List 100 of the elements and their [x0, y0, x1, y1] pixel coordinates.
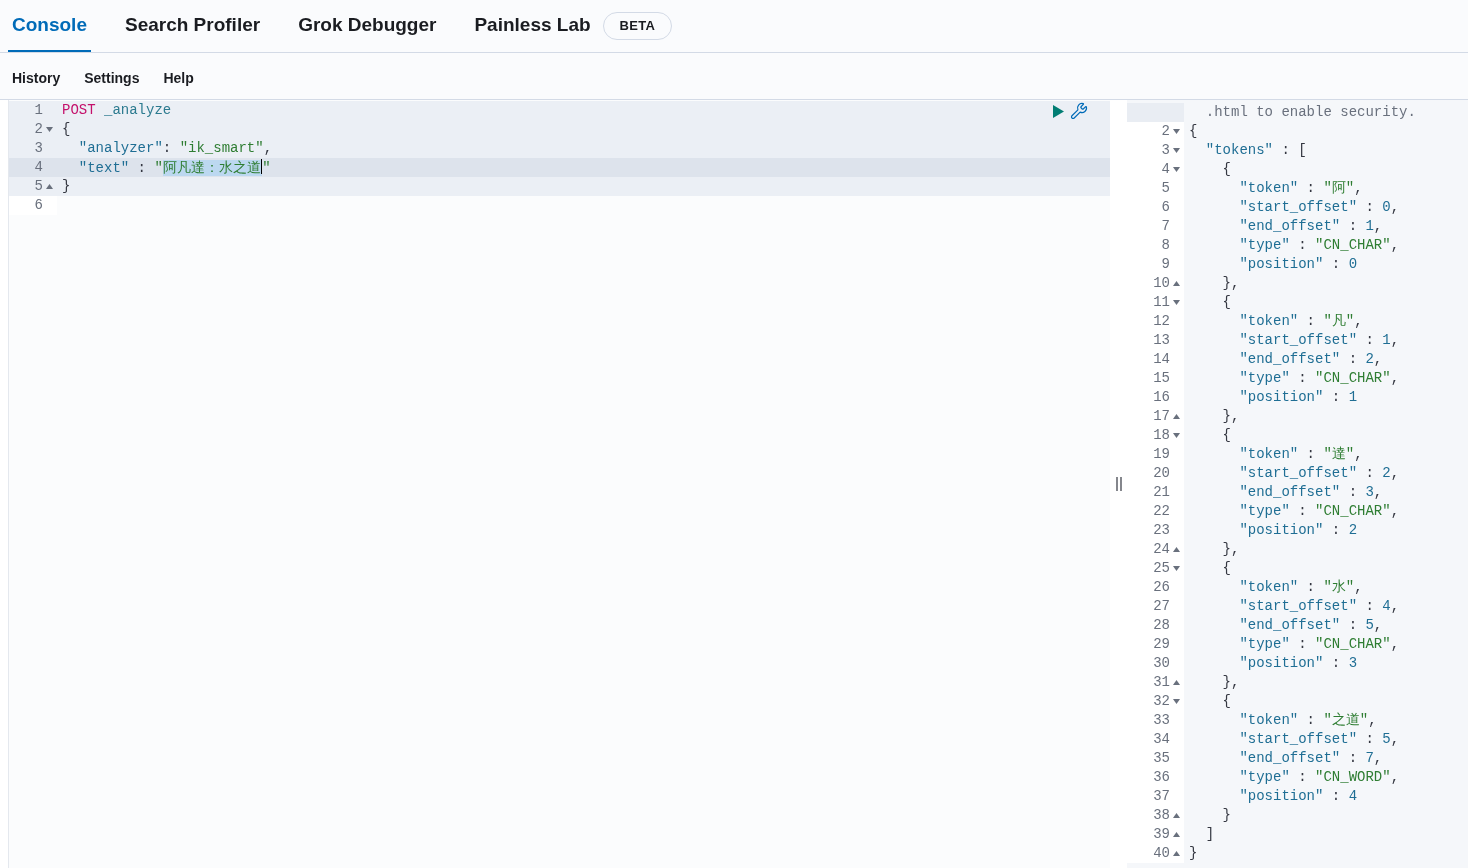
- line-number: 34: [1153, 730, 1170, 749]
- code-line: "end_offset" : 1,: [1238, 217, 1383, 236]
- fold-toggle-icon[interactable]: [1173, 851, 1180, 856]
- fold-toggle-icon[interactable]: [1173, 167, 1180, 172]
- code-line: {: [62, 120, 71, 139]
- code-line: {: [1221, 426, 1231, 445]
- code-line: "type" : "CN_CHAR",: [1238, 502, 1400, 521]
- line-number: 5: [34, 177, 43, 196]
- line-number: 4: [34, 158, 43, 177]
- line-number: 20: [1153, 464, 1170, 483]
- fold-toggle-icon[interactable]: [46, 184, 53, 189]
- line-number: 12: [1153, 312, 1170, 331]
- code-line: }: [1189, 844, 1198, 863]
- line-number: 39: [1153, 825, 1170, 844]
- menu-link[interactable]: History: [12, 67, 61, 89]
- menu-link[interactable]: Settings: [84, 67, 140, 89]
- code-line: POST _analyze: [62, 101, 172, 120]
- fold-toggle-icon[interactable]: [1173, 680, 1180, 685]
- code-line: .html to enable security.: [1204, 103, 1416, 122]
- line-number: 22: [1153, 502, 1170, 521]
- line-number: 21: [1153, 483, 1170, 502]
- line-number: 14: [1153, 350, 1170, 369]
- fold-toggle-icon[interactable]: [1173, 433, 1180, 438]
- code-line: "end_offset" : 2,: [1238, 350, 1383, 369]
- code-line: "token" : "水",: [1238, 578, 1363, 597]
- tab[interactable]: Painless Lab: [470, 0, 595, 52]
- line-number: 29: [1153, 635, 1170, 654]
- line-number: 27: [1153, 597, 1170, 616]
- line-number: 32: [1153, 692, 1170, 711]
- line-number: 6: [1161, 198, 1170, 217]
- menu-link[interactable]: Help: [163, 67, 194, 89]
- line-number: 4: [1161, 160, 1170, 179]
- fold-toggle-icon[interactable]: [1173, 813, 1180, 818]
- line-number: 2: [34, 120, 43, 139]
- line-number: 5: [1161, 179, 1170, 198]
- line-number: 13: [1153, 331, 1170, 350]
- code-line: "analyzer": "ik_smart",: [77, 139, 273, 158]
- code-line: "type" : "CN_CHAR",: [1238, 635, 1400, 654]
- tab[interactable]: Search Profiler: [120, 0, 265, 52]
- code-line: "position" : 1: [1238, 388, 1358, 407]
- code-line: },: [1221, 540, 1240, 559]
- line-number: 2: [1161, 122, 1170, 141]
- code-line: "start_offset" : 0,: [1238, 198, 1400, 217]
- line-number: 7: [1161, 217, 1170, 236]
- line-number: 30: [1153, 654, 1170, 673]
- code-line: "position" : 3: [1238, 654, 1358, 673]
- code-line: "position" : 0: [1238, 255, 1358, 274]
- run-request-icon[interactable]: [1053, 104, 1064, 118]
- tab[interactable]: Grok Debugger: [294, 0, 441, 52]
- code-line: "end_offset" : 5,: [1238, 616, 1383, 635]
- fold-toggle-icon[interactable]: [1173, 300, 1180, 305]
- line-number: 37: [1153, 787, 1170, 806]
- line-number: 17: [1153, 407, 1170, 426]
- line-number: 3: [34, 139, 43, 158]
- code-line: "token" : "凡",: [1238, 312, 1363, 331]
- line-number: 11: [1153, 293, 1170, 312]
- code-line: }: [62, 177, 71, 196]
- line-number: 23: [1153, 521, 1170, 540]
- code-line: "type" : "CN_WORD",: [1238, 768, 1400, 787]
- code-line: "position" : 2: [1238, 521, 1358, 540]
- line-number: 19: [1153, 445, 1170, 464]
- code-line: "type" : "CN_CHAR",: [1238, 369, 1400, 388]
- fold-toggle-icon[interactable]: [1173, 832, 1180, 837]
- wrench-icon[interactable]: [1070, 102, 1088, 120]
- code-line: "token" : "達",: [1238, 445, 1363, 464]
- code-line: "start_offset" : 5,: [1238, 730, 1400, 749]
- fold-toggle-icon[interactable]: [1173, 566, 1180, 571]
- line-number: 3: [1161, 141, 1170, 160]
- code-line: "type" : "CN_CHAR",: [1238, 236, 1400, 255]
- fold-toggle-icon[interactable]: [46, 127, 53, 132]
- code-line: "token" : "之道",: [1238, 711, 1377, 730]
- line-number: 24: [1153, 540, 1170, 559]
- code-line: {: [1221, 293, 1231, 312]
- fold-toggle-icon[interactable]: [1173, 129, 1180, 134]
- line-number: 38: [1153, 806, 1170, 825]
- fold-toggle-icon[interactable]: [1173, 699, 1180, 704]
- line-number: 18: [1153, 426, 1170, 445]
- code-line: {: [1221, 559, 1231, 578]
- line-number: 26: [1153, 578, 1170, 597]
- code-line: ]: [1204, 825, 1215, 844]
- code-line: "start_offset" : 1,: [1238, 331, 1400, 350]
- code-line: {: [1189, 122, 1198, 141]
- fold-toggle-icon[interactable]: [1173, 148, 1180, 153]
- line-number: 25: [1153, 559, 1170, 578]
- line-number: 36: [1153, 768, 1170, 787]
- code-line: "tokens" : [: [1204, 141, 1307, 160]
- request-editor[interactable]: 1 POST _analyze 2 { 3 "analyzer": "ik_smart", 4 "text" : "阿凡達：水之道" 5 } 6: [8, 100, 1110, 868]
- code-line: "text" : "阿凡達：水之道": [77, 157, 271, 178]
- code-line: "position" : 4: [1238, 787, 1358, 806]
- code-line: "start_offset" : 2,: [1238, 464, 1400, 483]
- line-number: 10: [1153, 274, 1170, 293]
- fold-toggle-icon[interactable]: [1173, 547, 1180, 552]
- line-number: 33: [1153, 711, 1170, 730]
- code-line: {: [1221, 692, 1231, 711]
- line-number: 6: [34, 196, 43, 215]
- fold-toggle-icon[interactable]: [1173, 281, 1180, 286]
- line-number: 40: [1153, 844, 1170, 863]
- code-line: }: [1221, 806, 1231, 825]
- resize-handle-icon[interactable]: [1115, 477, 1122, 491]
- fold-toggle-icon[interactable]: [1173, 414, 1180, 419]
